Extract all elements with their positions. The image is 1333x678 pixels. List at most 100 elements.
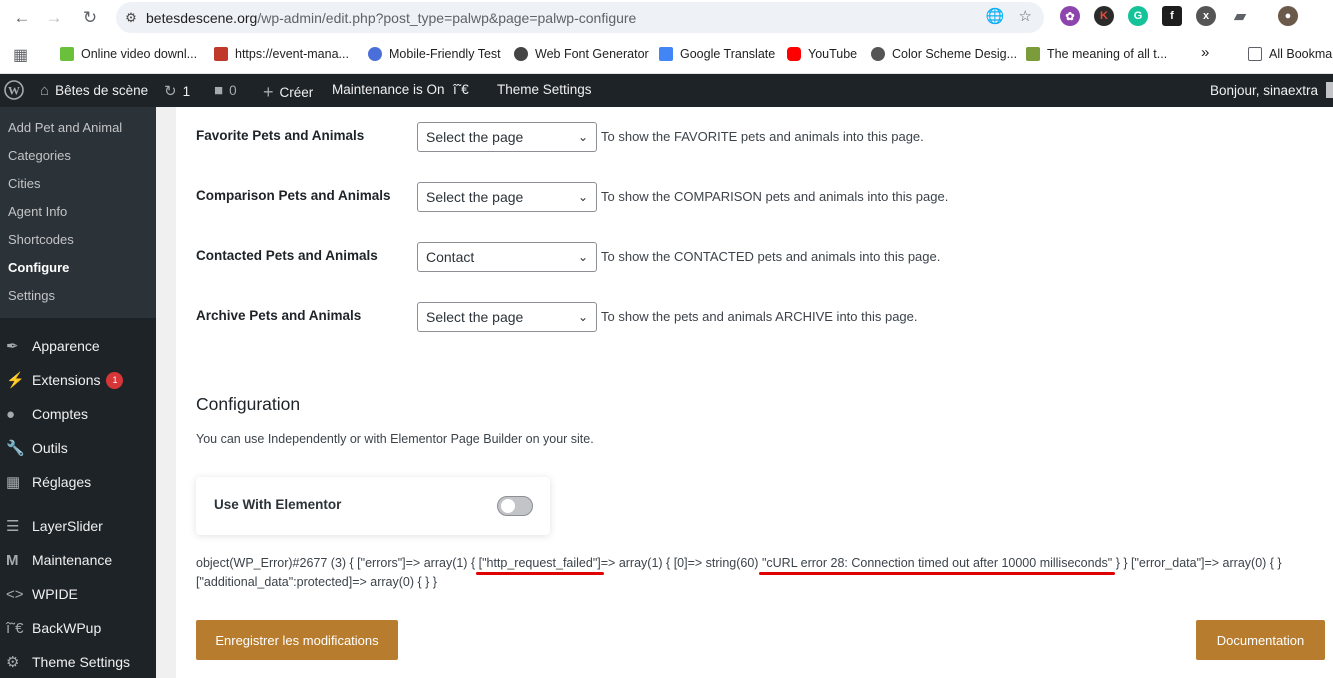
admin-sidebar: Add Pet and Animal Categories Cities Age…	[0, 107, 156, 678]
admin-bar-new[interactable]: + Créer	[263, 82, 313, 103]
elementor-toggle-label: Use With Elementor	[214, 497, 342, 512]
submenu-agent-info[interactable]: Agent Info	[0, 199, 156, 227]
menu-appearance[interactable]: ✒ Apparence	[0, 329, 156, 363]
plugin-icon: ⚡	[6, 372, 25, 389]
bookmark-item[interactable]: The meaning of all t...	[1026, 47, 1167, 61]
comment-icon: ■	[214, 82, 224, 99]
wp-error-output-line2: ["additional_data":protected]=> array(0)…	[196, 575, 437, 589]
bookmark-item[interactable]: Color Scheme Desig...	[871, 47, 1017, 61]
setting-description: To show the pets and animals ARCHIVE int…	[601, 309, 918, 324]
setting-label: Comparison Pets and Animals	[196, 188, 391, 203]
setting-row: Comparison Pets and Animals Select the p…	[196, 182, 1316, 212]
setting-row: Contacted Pets and Animals Contact ⌄ To s…	[196, 242, 1316, 272]
menu-theme-settings[interactable]: ⚙ Theme Settings	[0, 645, 156, 678]
profile-avatar-icon[interactable]: ●	[1278, 6, 1298, 26]
extension-tools-icon[interactable]: x	[1196, 6, 1216, 26]
admin-bar-glyph[interactable]: î˜€	[453, 82, 469, 97]
configuration-description: You can use Independently or with Elemen…	[196, 432, 594, 446]
elementor-toggle-switch[interactable]	[497, 496, 533, 516]
submenu-cities[interactable]: Cities	[0, 171, 156, 199]
admin-bar-site[interactable]: ⌂ Bêtes de scène	[40, 82, 148, 99]
menu-wpide[interactable]: <> WPIDE	[0, 577, 156, 611]
contacted-page-select[interactable]: Contact ⌄	[417, 242, 597, 272]
chevron-down-icon: ⌄	[577, 130, 588, 144]
admin-bar-updates[interactable]: ↻ 1	[164, 82, 190, 100]
menu-layerslider[interactable]: ☰ LayerSlider	[0, 509, 156, 543]
bookmark-item[interactable]: https://event-mana...	[214, 47, 349, 61]
bookmark-favicon-icon	[368, 47, 382, 61]
menu-maintenance[interactable]: M Maintenance	[0, 543, 156, 577]
error-highlight: ["http_request_failed"]	[475, 556, 604, 575]
admin-bar-account[interactable]: Bonjour, sinaextra	[1210, 82, 1333, 98]
save-changes-button[interactable]: Enregistrer les modifications	[196, 620, 398, 660]
setting-row: Favorite Pets and Animals Select the pag…	[196, 122, 1316, 152]
bookmark-item[interactable]: Google Translate	[659, 47, 775, 61]
setting-description: To show the COMPARISON pets and animals …	[601, 189, 949, 204]
bookmarks-overflow-icon[interactable]: »	[1201, 44, 1209, 61]
favorite-page-select[interactable]: Select the page ⌄	[417, 122, 597, 152]
extensions-puzzle-icon[interactable]: ▰	[1230, 6, 1250, 26]
all-bookmarks[interactable]: All Bookma	[1248, 47, 1332, 61]
menu-backwpup[interactable]: î˜€ BackWPup	[0, 611, 156, 645]
translate-icon[interactable]: 🌐	[986, 7, 1005, 25]
setting-description: To show the CONTACTED pets and animals i…	[601, 249, 941, 264]
bookmark-favicon-icon	[871, 47, 885, 61]
bookmark-item[interactable]: Mobile-Friendly Test	[368, 47, 501, 61]
bookmark-item[interactable]: Online video downl...	[60, 47, 197, 61]
menu-settings[interactable]: ▦ Réglages	[0, 465, 156, 499]
reload-icon[interactable]: ↻	[76, 4, 104, 32]
documentation-button[interactable]: Documentation	[1196, 620, 1325, 660]
updates-icon: ↻	[164, 83, 177, 100]
setting-label: Favorite Pets and Animals	[196, 128, 365, 143]
m-icon: M	[6, 551, 19, 569]
back-icon[interactable]: ←	[8, 4, 36, 32]
extension-f-icon[interactable]: f	[1162, 6, 1182, 26]
menu-tools[interactable]: 🔧 Outils	[0, 431, 156, 465]
comparison-page-select[interactable]: Select the page ⌄	[417, 182, 597, 212]
chevron-down-icon: ⌄	[577, 310, 588, 324]
wordpress-logo-icon[interactable]: W	[4, 80, 24, 100]
glyph-icon: î˜€	[6, 619, 24, 637]
grammarly-icon[interactable]: G	[1128, 6, 1148, 26]
brush-icon: ✒	[6, 338, 19, 355]
folder-icon	[1248, 47, 1262, 61]
site-info-icon[interactable]: ⚙	[116, 10, 146, 26]
browser-toolbar: ← → ↻ ⚙ betesdescene.org/wp-admin/edit.p…	[0, 0, 1333, 36]
menu-users[interactable]: ● Comptes	[0, 397, 156, 431]
submenu-settings[interactable]: Settings	[0, 283, 156, 311]
apps-grid-icon[interactable]: ▦	[13, 45, 28, 65]
submenu-add-pet[interactable]: Add Pet and Animal	[0, 115, 156, 143]
wp-error-output: object(WP_Error)#2677 (3) { ["errors"]=>…	[196, 556, 1282, 575]
url-text: betesdescene.org/wp-admin/edit.php?post_…	[146, 9, 637, 26]
address-bar[interactable]: ⚙ betesdescene.org/wp-admin/edit.php?pos…	[116, 2, 1044, 33]
elementor-toggle-card: Use With Elementor	[196, 477, 550, 535]
submenu-categories[interactable]: Categories	[0, 143, 156, 171]
setting-description: To show the FAVORITE pets and animals in…	[601, 129, 924, 144]
admin-bar-comments[interactable]: ■ 0	[214, 82, 237, 99]
archive-page-select[interactable]: Select the page ⌄	[417, 302, 597, 332]
bookmark-favicon-icon	[514, 47, 528, 61]
submenu-configure[interactable]: Configure	[0, 255, 156, 283]
admin-bar-maintenance[interactable]: Maintenance is On	[332, 82, 445, 97]
setting-label: Archive Pets and Animals	[196, 308, 362, 323]
plus-icon: +	[263, 82, 274, 102]
setting-row: Archive Pets and Animals Select the page…	[196, 302, 1316, 332]
user-icon: ●	[6, 405, 16, 423]
configuration-heading: Configuration	[196, 394, 301, 414]
menu-plugins[interactable]: ⚡ Extensions 1	[0, 363, 156, 397]
star-icon[interactable]: ☆	[1019, 7, 1032, 25]
bookmark-item[interactable]: YouTube	[787, 47, 857, 61]
admin-bar-theme-settings[interactable]: Theme Settings	[497, 82, 592, 97]
code-icon: <>	[6, 585, 24, 603]
bookmark-item[interactable]: Web Font Generator	[514, 47, 649, 61]
svg-text:W: W	[8, 84, 20, 98]
bookmark-favicon-icon	[214, 47, 228, 61]
wp-admin-bar: W ⌂ Bêtes de scène ↻ 1 ■ 0 + Créer Maintenan…	[0, 74, 1333, 107]
submenu-shortcodes[interactable]: Shortcodes	[0, 227, 156, 255]
forward-icon[interactable]: →	[40, 4, 68, 32]
bookmark-favicon-icon	[1026, 47, 1040, 61]
main-content: Favorite Pets and Animals Select the pag…	[176, 107, 1333, 678]
extension-purple-icon[interactable]: ✿	[1060, 6, 1080, 26]
extension-k-icon[interactable]: K	[1094, 6, 1114, 26]
home-icon: ⌂	[40, 82, 50, 99]
